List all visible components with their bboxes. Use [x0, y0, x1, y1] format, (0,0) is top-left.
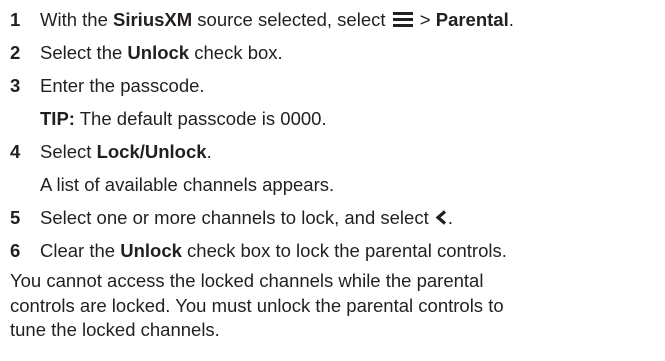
menu-icon [392, 12, 413, 27]
lock-unlock-option: Lock/Unlock [96, 141, 207, 162]
step-number: 3 [10, 75, 21, 96]
step-text: Enter the passcode. [40, 75, 205, 96]
step-4: 4 Select Lock/Unlock. [10, 135, 665, 168]
instruction-document: 1 With the SiriusXM source selected, sel… [0, 0, 665, 343]
note-line: controls are locked. You must unlock the… [10, 294, 504, 316]
source-name: SiriusXM [113, 9, 193, 30]
step-text: Select Lock/Unlock. [40, 141, 212, 162]
step-2: 2 Select the Unlock check box. [10, 36, 665, 69]
step-1: 1 With the SiriusXM source selected, sel… [10, 3, 665, 36]
unlock-checkbox-label: Unlock [120, 240, 182, 261]
tip-text: The default passcode is 0000. [74, 108, 327, 129]
unlock-checkbox-label: Unlock [127, 42, 190, 63]
note-line: You cannot access the locked channels wh… [10, 270, 484, 291]
tip: TIP: The default passcode is 0000. [10, 102, 665, 135]
menu-option-parental: Parental [435, 9, 509, 30]
step-number: 4 [10, 141, 21, 162]
step-number: 5 [10, 207, 21, 228]
step-number: 6 [10, 240, 21, 261]
step-3: 3 Enter the passcode. [10, 69, 665, 102]
step-5: 5 Select one or more channels to lock, a… [10, 201, 665, 234]
step-number: 2 [10, 42, 21, 63]
back-chevron-icon [435, 210, 446, 225]
step-result: A list of available channels appears. [40, 174, 335, 195]
step-number: 1 [10, 9, 21, 30]
step-6: 6 Clear the Unlock check box to lock the… [10, 234, 665, 267]
tip-label: TIP: [40, 108, 75, 129]
note-paragraph: You cannot access the locked channels wh… [10, 269, 665, 343]
step-text: Select the Unlock check box. [40, 42, 283, 63]
step-text: Clear the Unlock check box to lock the p… [40, 240, 507, 261]
note-line: tune the locked channels. [10, 319, 220, 340]
step-text: Select one or more channels to lock, and… [40, 207, 453, 228]
step-text: With the SiriusXM source selected, selec… [40, 9, 514, 30]
